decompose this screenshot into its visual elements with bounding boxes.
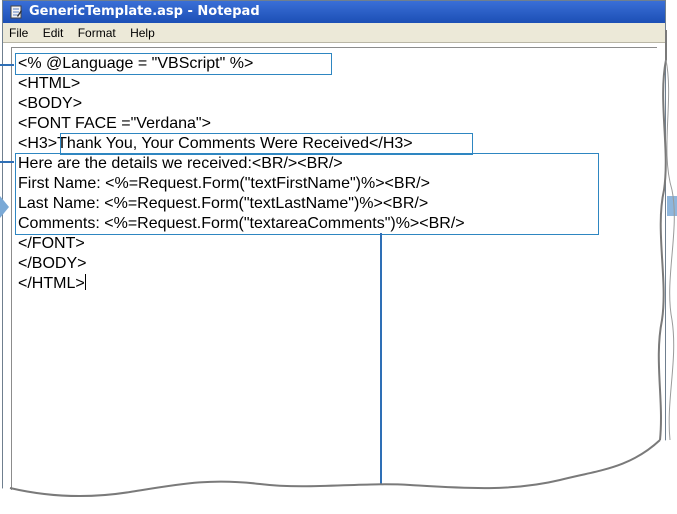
callout-line-middle xyxy=(0,161,14,163)
highlight-heading-text xyxy=(60,133,473,155)
code-line-last: </HTML> xyxy=(18,274,86,294)
menu-bar: File Edit Format Help xyxy=(3,23,665,43)
code-line: <FONT FACE ="Verdana"> xyxy=(18,115,211,132)
notepad-window: GenericTemplate.asp - Notepad File Edit … xyxy=(2,0,666,498)
code-line: <BODY> xyxy=(18,95,83,112)
code-line: <HTML> xyxy=(18,75,81,92)
highlight-details-block xyxy=(15,153,599,235)
menu-edit[interactable]: Edit xyxy=(43,23,64,43)
callout-arrow-icon xyxy=(667,196,677,216)
callout-line-top xyxy=(0,64,14,66)
code-line-text: </HTML> xyxy=(18,275,85,292)
notepad-icon xyxy=(10,5,22,19)
highlight-language-directive xyxy=(15,53,332,75)
menu-file[interactable]: File xyxy=(9,23,28,43)
window-title: GenericTemplate.asp - Notepad xyxy=(29,4,260,19)
callout-arrow-icon xyxy=(0,196,9,218)
text-caret xyxy=(84,274,86,290)
menu-help[interactable]: Help xyxy=(130,23,155,43)
menu-format[interactable]: Format xyxy=(78,23,116,43)
callout-line-vertical xyxy=(380,233,382,514)
title-bar: GenericTemplate.asp - Notepad xyxy=(3,1,665,23)
code-line: </FONT> xyxy=(18,235,85,252)
code-line: </BODY> xyxy=(18,255,87,272)
text-editor[interactable]: <% @Language = "VBScript" %> <HTML> <BOD… xyxy=(11,47,657,497)
